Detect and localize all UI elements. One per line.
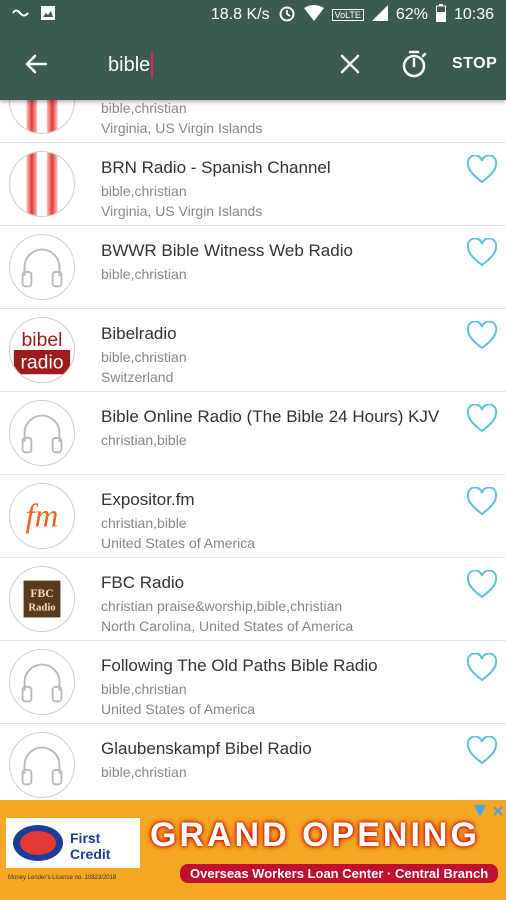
wifi-icon (303, 4, 324, 26)
station-row[interactable]: Bible Online Radio (The Bible 24 Hours) … (0, 392, 506, 475)
station-tags: bible,christian (101, 183, 187, 199)
stop-button[interactable]: STOP (452, 55, 497, 73)
search-query: bible (108, 53, 151, 76)
ad-headline: GRAND OPENING (150, 816, 480, 854)
favorite-heart-icon[interactable] (466, 735, 498, 766)
ad-banner[interactable]: First Credit Money Lender's License no. … (0, 800, 506, 900)
favorite-heart-icon[interactable] (466, 652, 498, 683)
station-location: Switzerland (101, 369, 174, 385)
favorite-heart-icon[interactable] (466, 154, 498, 185)
station-logo: fm (9, 483, 75, 549)
station-logo (9, 151, 75, 217)
station-logo: bibel radio (9, 317, 75, 383)
station-logo (9, 732, 75, 798)
sleep-timer-icon[interactable] (398, 48, 430, 80)
station-row[interactable]: Glaubenskampf Bibel Radio bible,christian (0, 724, 506, 800)
image-icon (40, 5, 56, 26)
station-title: Following The Old Paths Bible Radio (101, 656, 378, 675)
station-tags: bible,christian (101, 764, 187, 780)
station-row[interactable]: FBC Radio FBC Radio christian praise&worshi… (0, 558, 506, 641)
text-cursor (151, 52, 154, 78)
station-location: United States of America (101, 535, 256, 551)
volte-badge: VoLTE (331, 9, 364, 21)
station-location: North Carolina, United States of America (101, 618, 354, 634)
station-tags: christian praise&worship,bible,christian (101, 598, 343, 614)
station-logo (9, 649, 75, 715)
search-input[interactable]: bible (108, 50, 154, 80)
favorite-heart-icon[interactable] (466, 569, 498, 600)
ad-close-icon[interactable] (492, 804, 504, 816)
station-logo: FBC Radio (9, 566, 75, 632)
favorite-heart-icon[interactable] (466, 403, 498, 434)
station-title: BWWR Bible Witness Web Radio (101, 241, 353, 260)
clear-icon[interactable] (336, 50, 364, 78)
station-tags: bible,christian (101, 100, 187, 116)
ad-license-text: Money Lender's License no. 10823/2018 (8, 875, 117, 881)
station-location: Virginia, US Virgin Islands (101, 203, 263, 219)
station-row[interactable]: BRN Radio - Spanish Channel bible,christi… (0, 143, 506, 226)
station-row[interactable]: Following The Old Paths Bible Radio bible… (0, 641, 506, 724)
station-title: Bibelradio (101, 324, 177, 343)
battery-icon (435, 3, 446, 27)
ad-subline: Overseas Workers Loan Center · Central B… (180, 864, 499, 883)
station-tags: bible,christian (101, 349, 187, 365)
favorite-heart-icon[interactable] (466, 320, 498, 351)
station-logo (9, 234, 75, 300)
ad-logo-icon (13, 825, 63, 861)
svg-text:bibel: bibel (22, 329, 63, 351)
station-tags: bible,christian (101, 681, 187, 697)
station-title: FBC Radio (101, 573, 185, 592)
station-title: Bible Online Radio (The Bible 24 Hours) … (101, 407, 440, 426)
station-row[interactable]: fm Expositor.fm christian,bible United Stat… (0, 475, 506, 558)
svg-text:radio: radio (20, 351, 63, 373)
station-tags: christian,bible (101, 432, 187, 448)
station-title: Glaubenskampf Bibel Radio (101, 739, 312, 758)
station-list-content: BRN Radio - Hebrew Channelbible,christia… (0, 100, 506, 800)
signal-icon (371, 4, 388, 26)
alarm-icon (278, 4, 296, 27)
favorite-heart-icon[interactable] (466, 100, 498, 102)
station-list[interactable]: BRN Radio - Hebrew Channelbible,christia… (0, 100, 506, 800)
station-location: United States of America (101, 701, 256, 717)
station-row[interactable]: BRN Radio - Hebrew Channelbible,christia… (0, 100, 506, 143)
battery-percent: 62% (395, 6, 428, 23)
svg-text:Radio: Radio (28, 603, 55, 614)
station-logo (9, 400, 75, 466)
station-title: BRN Radio - Spanish Channel (101, 158, 331, 177)
station-row[interactable]: bibel radio Bibelradio bible,christian Switz… (0, 309, 506, 392)
svg-text:FBC: FBC (30, 587, 53, 600)
link-icon (12, 6, 30, 24)
status-bar: 18.8 K/s VoLTE 62% 10:36 (0, 0, 506, 30)
station-logo (9, 100, 75, 134)
favorite-heart-icon[interactable] (466, 486, 498, 517)
ad-brand-panel: First Credit (6, 818, 140, 868)
search-toolbar: bible STOP (0, 30, 506, 100)
ad-info-icon[interactable] (474, 804, 486, 817)
ad-brand-name: First Credit (70, 830, 111, 862)
clock: 10:36 (453, 6, 494, 23)
svg-text:fm: fm (26, 499, 59, 535)
favorite-heart-icon[interactable] (466, 237, 498, 268)
station-location: Virginia, US Virgin Islands (101, 120, 263, 136)
back-arrow-icon[interactable] (20, 48, 52, 80)
station-title: Expositor.fm (101, 490, 195, 509)
station-row[interactable]: BWWR Bible Witness Web Radio bible,christ… (0, 226, 506, 309)
station-tags: christian,bible (101, 515, 187, 531)
station-tags: bible,christian (101, 266, 187, 282)
network-speed: 18.8 K/s (210, 6, 270, 23)
